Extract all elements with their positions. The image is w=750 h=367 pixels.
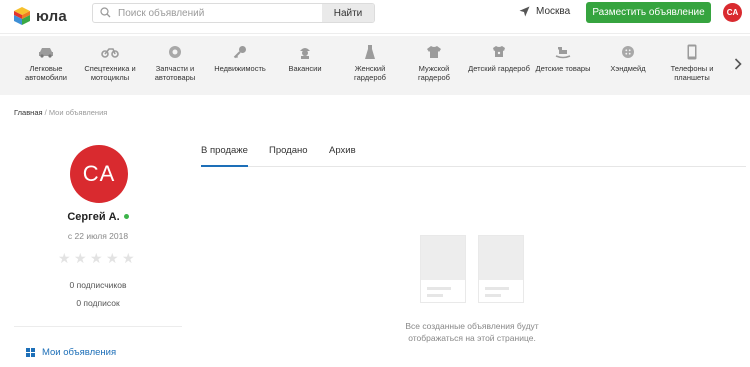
dress-icon (365, 44, 375, 59)
star-icon: ★ (122, 250, 135, 266)
category-bar: Легковые автомобили Спецтехника и мотоци… (0, 36, 750, 95)
category-kids-clothes[interactable]: Детский гардероб (467, 44, 531, 73)
location-arrow-icon (519, 6, 530, 17)
search-box: Найти (92, 3, 375, 23)
category-label: Спецтехника и мотоциклы (84, 64, 136, 82)
category-phones[interactable]: Телефоны и планшеты (660, 44, 724, 82)
post-ad-button[interactable]: Разместить объявление (586, 2, 711, 23)
category-special-vehicles[interactable]: Спецтехника и мотоциклы (78, 44, 142, 82)
breadcrumb-separator: / (44, 108, 47, 117)
category-real-estate[interactable]: Недвижимость (208, 44, 272, 73)
category-women-clothes[interactable]: Женский гардероб (338, 44, 402, 82)
user-avatar[interactable]: CA (723, 3, 742, 22)
car-icon (39, 48, 53, 58)
profile-name: Сергей А. (67, 211, 120, 223)
my-ads-label: Мои объявления (42, 347, 117, 358)
category-label: Телефоны и планшеты (670, 64, 714, 82)
empty-state-line: Все созданные объявления будут (405, 321, 539, 331)
category-label: Детский гардероб (468, 64, 530, 73)
breadcrumb-current: Мои объявления (48, 108, 108, 117)
category-label: Мужской гардероб (418, 64, 450, 82)
kids-clothes-icon (493, 46, 505, 57)
top-header: юла Найти Москва Разместить объявление C… (0, 0, 750, 34)
category-vacancies[interactable]: Вакансии (273, 44, 337, 73)
location-label: Москва (536, 6, 571, 17)
category-label: Легковые автомобили (25, 64, 67, 82)
category-label: Детские товары (535, 64, 591, 73)
star-icon: ★ (90, 250, 103, 266)
motorcycle-icon (101, 48, 119, 58)
breadcrumb-home[interactable]: Главная (14, 108, 43, 117)
profile-name-row: Сергей А. (14, 211, 182, 223)
ads-tabs: В продаже Продано Архив (201, 144, 746, 167)
chevron-right-icon[interactable] (734, 58, 742, 70)
empty-ad-placeholder (478, 235, 524, 303)
online-status-dot (123, 213, 129, 219)
category-label: Недвижимость (214, 64, 266, 73)
category-handmade[interactable]: Хэндмейд (596, 44, 660, 73)
category-label: Хэндмейд (610, 64, 646, 73)
category-parts[interactable]: Запчасти и автотовары (143, 44, 207, 82)
rocking-horse-icon (555, 47, 571, 59)
empty-state-message: Все созданные объявления будут отображат… (372, 320, 572, 344)
tab-sold[interactable]: Продано (269, 144, 308, 167)
empty-state-line: отображаться на этой странице. (408, 333, 536, 343)
star-icon: ★ (106, 250, 119, 266)
phone-icon (687, 44, 697, 60)
grid-icon (26, 347, 35, 357)
shirt-icon (427, 46, 441, 58)
breadcrumb: Главная / Мои объявления (14, 108, 107, 117)
logo-text: юла (36, 7, 67, 25)
subscriptions-count[interactable]: 0 подписок (14, 298, 182, 308)
location-selector[interactable]: Москва (519, 6, 570, 17)
tab-archive[interactable]: Архив (329, 144, 356, 167)
rating-stars: ★ ★ ★ ★ ★ (58, 251, 138, 265)
subscribers-count[interactable]: 0 подписчиков (14, 280, 182, 290)
star-icon: ★ (58, 250, 71, 266)
divider (14, 326, 182, 327)
category-label: Вакансии (288, 64, 322, 73)
search-input[interactable] (118, 4, 323, 22)
key-icon (233, 46, 246, 59)
wheel-icon (169, 46, 181, 58)
category-men-clothes[interactable]: Мужской гардероб (402, 44, 466, 82)
search-icon (100, 7, 111, 18)
tab-on-sale[interactable]: В продаже (201, 144, 248, 167)
profile-avatar: CA (70, 145, 128, 203)
worker-icon (300, 48, 310, 59)
empty-ad-placeholder (420, 235, 466, 303)
category-cars[interactable]: Легковые автомобили (14, 44, 78, 82)
category-label: Запчасти и автотовары (154, 64, 196, 82)
my-ads-link[interactable]: Мои объявления (26, 347, 116, 358)
logo[interactable]: юла (12, 4, 67, 28)
logo-icon (14, 7, 30, 25)
category-kids-goods[interactable]: Детские товары (531, 44, 595, 73)
category-label: Женский гардероб (354, 64, 386, 82)
profile-member-since: с 22 июля 2018 (67, 231, 129, 241)
star-icon: ★ (74, 250, 87, 266)
button-icon (622, 46, 634, 58)
search-button[interactable]: Найти (322, 4, 374, 22)
